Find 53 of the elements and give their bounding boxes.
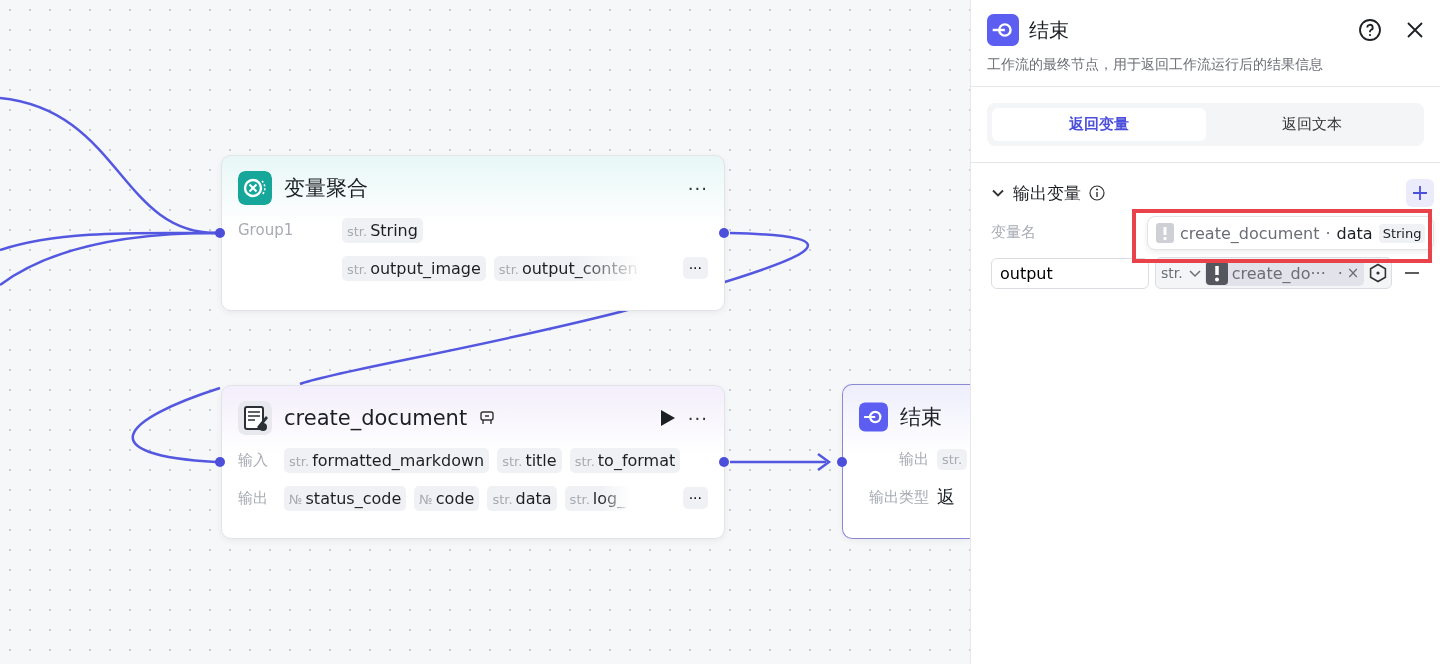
plugin-icon [479, 410, 496, 426]
variable-tag: str. output_image [342, 255, 486, 281]
caret-icon [1188, 267, 1201, 279]
more-tags-button[interactable]: ··· [682, 487, 708, 509]
column-label: 变量名 [991, 222, 1036, 242]
help-button[interactable] [1358, 18, 1382, 42]
row-label: 输出类型 [868, 487, 929, 507]
row-label: 输出 [898, 449, 929, 469]
variable-tag: str. String [342, 217, 423, 243]
warning-icon [1156, 223, 1174, 243]
variable-tag: № code [414, 485, 480, 511]
row-label: 输出 [238, 488, 269, 508]
plus-icon [1412, 185, 1428, 201]
panel-description: 工作流的最终节点，用于返回工作流运行后的结果信息 [987, 56, 1324, 74]
row-label: Group1 [238, 221, 295, 239]
tab[interactable]: 返回变量 [992, 108, 1206, 141]
port-dot[interactable] [719, 457, 729, 467]
panel-title: 结束 [1029, 16, 1069, 44]
output-type-value: 返 [937, 485, 955, 509]
row-label: 输入 [238, 450, 269, 470]
source-node-label: create_document [1180, 223, 1320, 243]
more-button[interactable]: ··· [687, 407, 708, 429]
node-title: 结束 [900, 404, 942, 431]
exit-icon [987, 14, 1019, 46]
document-icon [238, 401, 272, 435]
variable-tag: № status_code [284, 485, 407, 511]
section-title: 输出变量 [1013, 181, 1081, 205]
variable-tag: str. data [487, 485, 557, 511]
workflow-node[interactable]: create_document ··· 输入 str. formatted_markdown str. title str. to_format 输出 № status_code № code str. data str. log_ ··· [221, 385, 725, 539]
type-tag: String [1378, 223, 1426, 243]
add-button[interactable] [1406, 179, 1434, 207]
variable-picker-icon[interactable] [1368, 263, 1389, 283]
port-dot[interactable] [215, 457, 225, 467]
variable-tag: str. formatted_markdown [284, 447, 490, 473]
warning-icon [1205, 261, 1228, 285]
variable-tag: str. title [497, 447, 562, 473]
run-button[interactable] [659, 409, 676, 427]
node-title: create_document [284, 406, 468, 430]
node-title: 变量聚合 [284, 175, 368, 202]
minus-icon [1404, 272, 1421, 274]
exit-icon [859, 400, 888, 434]
port-dot[interactable] [837, 457, 847, 467]
workflow-node[interactable]: 结束 输出 str. 输出类型 返 [842, 384, 970, 539]
field-name-label: data [1336, 223, 1373, 243]
variable-tag: str. [937, 448, 968, 470]
separator-label: · [1325, 223, 1331, 243]
type-dropdown[interactable]: str. [1161, 265, 1201, 281]
variable-name-field[interactable]: output [991, 257, 1149, 289]
remove-tag-button[interactable]: × [1346, 264, 1360, 282]
info-icon [1089, 185, 1105, 201]
variable-tag: str. to_format [569, 447, 681, 473]
tab[interactable]: 返回文本 [1205, 108, 1419, 141]
close-button[interactable] [1406, 21, 1424, 39]
